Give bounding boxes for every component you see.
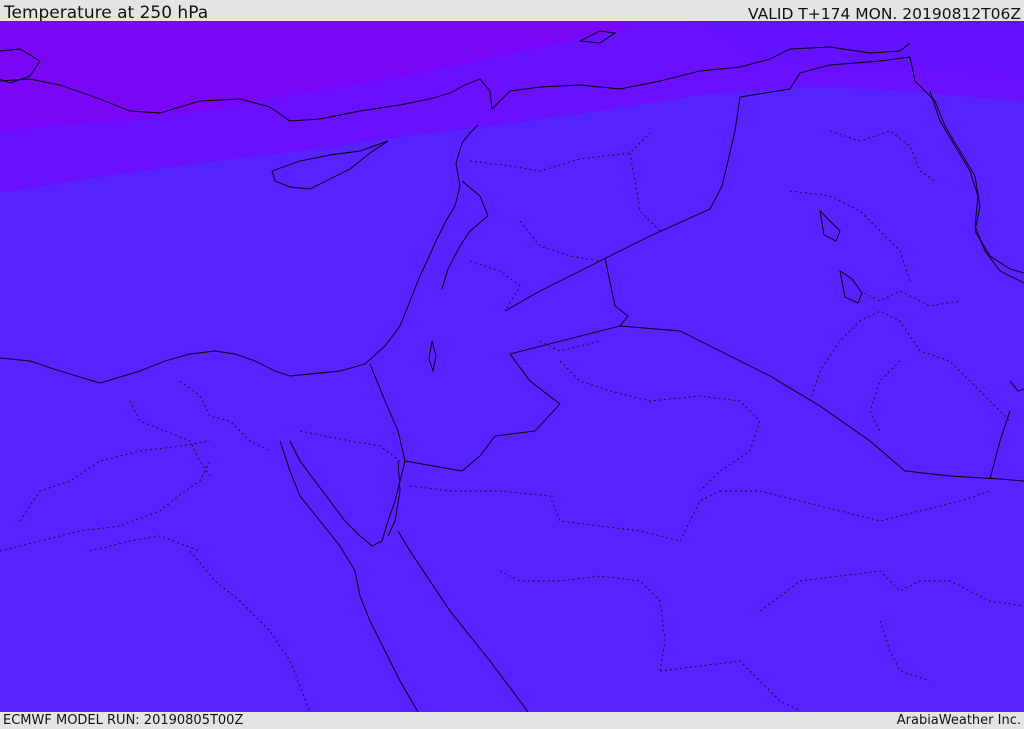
map-header: Temperature at 250 hPa VALID T+174 MON. … <box>0 0 1024 23</box>
map-title: Temperature at 250 hPa <box>4 3 209 23</box>
map-footer: ECMWF MODEL RUN: 20190805T00Z ArabiaWeat… <box>0 712 1024 729</box>
weather-map[interactable] <box>0 21 1024 712</box>
credit-label: ArabiaWeather Inc. <box>896 713 1021 728</box>
model-run-label: ECMWF MODEL RUN: 20190805T00Z <box>3 713 244 728</box>
map-canvas <box>0 21 1024 712</box>
